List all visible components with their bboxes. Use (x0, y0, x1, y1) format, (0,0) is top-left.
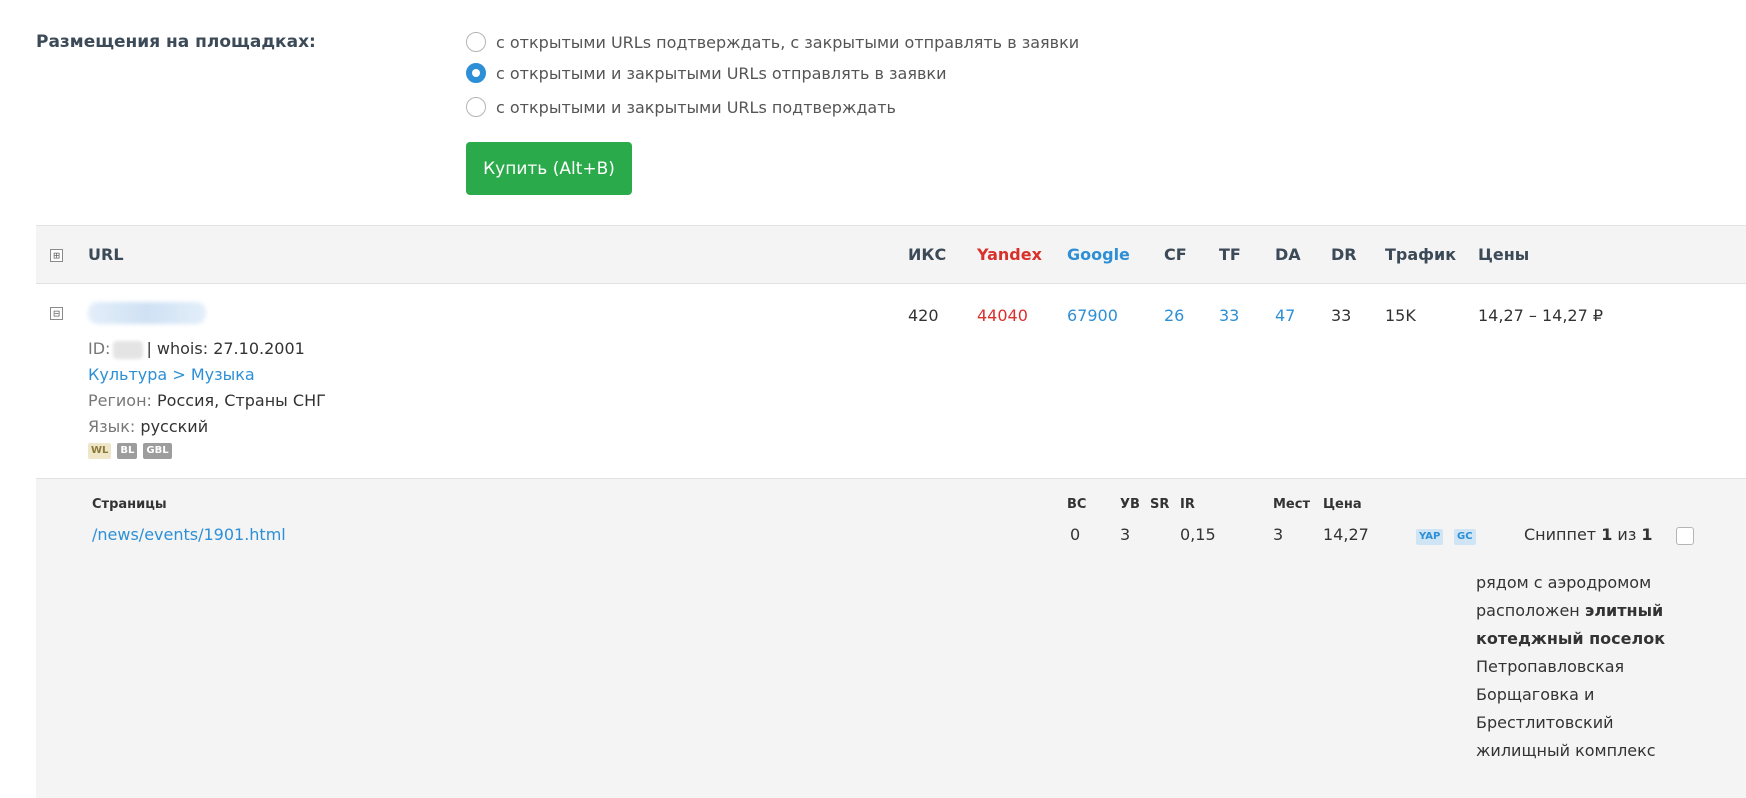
site-url-link[interactable] (88, 302, 206, 324)
page-uv: 3 (1120, 525, 1131, 544)
snippet-middle: из (1612, 525, 1642, 544)
site-meta: ID: | whois: 27.10.2001 Культура > Музыка… (88, 336, 326, 459)
col-cf[interactable]: CF (1164, 245, 1187, 264)
region-line: Регион: Россия, Страны СНГ (88, 388, 326, 414)
placement-label: Размещения на площадках: (36, 32, 316, 52)
badge-wl: WL (88, 443, 112, 459)
placement-option-3[interactable]: с открытыми и закрытыми URLs подтверждат… (466, 97, 896, 117)
pages-header: Страницы (92, 497, 167, 512)
col-prices[interactable]: Цены (1478, 245, 1529, 264)
site-google[interactable]: 67900 (1067, 306, 1118, 325)
snippet-current: 1 (1601, 525, 1613, 544)
buy-button[interactable]: Купить (Alt+B) (466, 142, 632, 195)
table-header: ⊞ URL ИКС Yandex Google CF TF DA DR Траф… (36, 225, 1746, 284)
col-places: Мест (1273, 497, 1310, 512)
site-da[interactable]: 47 (1275, 306, 1295, 325)
snippet-total: 1 (1641, 525, 1653, 544)
badge-bl: BL (117, 443, 138, 459)
language-line: Язык: русский (88, 414, 326, 440)
snippet-counter: Сниппет 1 из 1 (1524, 525, 1653, 544)
collapse-icon[interactable]: ⊟ (50, 307, 63, 320)
col-url[interactable]: URL (88, 245, 124, 264)
snippet-text-after: Петропавловская Борщаговка и Брестлитовс… (1476, 657, 1656, 760)
radio-button[interactable] (466, 97, 486, 117)
placement-settings: Размещения на площадках: с открытыми URL… (0, 0, 1746, 220)
page-places: 3 (1273, 525, 1284, 544)
placement-option-1[interactable]: с открытыми URLs подтверждать, с закрыты… (466, 32, 1079, 52)
site-dr: 33 (1331, 306, 1352, 325)
col-ir: IR (1180, 497, 1195, 512)
page-bc: 0 (1070, 525, 1081, 544)
col-uv: УВ (1120, 497, 1140, 512)
expand-all-icon[interactable]: ⊞ (50, 249, 63, 262)
page-url-link[interactable]: /news/events/1901.html (92, 525, 286, 544)
site-iks: 420 (908, 306, 939, 325)
site-cf[interactable]: 26 (1164, 306, 1184, 325)
col-tf[interactable]: TF (1219, 245, 1241, 264)
site-id-line: ID: | whois: 27.10.2001 (88, 336, 326, 362)
col-sr: SR (1150, 497, 1170, 512)
placement-option-label: с открытыми и закрытыми URLs подтверждат… (496, 97, 896, 117)
site-traffic: 15K (1385, 306, 1416, 325)
badge-gbl: GBL (143, 443, 172, 459)
col-dr[interactable]: DR (1331, 245, 1357, 264)
page-select-checkbox[interactable] (1676, 527, 1694, 545)
site-id-value (113, 340, 144, 359)
placement-option-label: с открытыми URLs подтверждать, с закрыты… (496, 32, 1080, 52)
language-label: Язык: (88, 417, 136, 436)
site-prices: 14,27 – 14,27 ₽ (1478, 306, 1604, 325)
page-ir: 0,15 (1180, 525, 1216, 544)
placement-option-label: с открытыми и закрытыми URLs отправлять … (496, 63, 947, 83)
whois: | whois: 27.10.2001 (146, 339, 305, 358)
col-price: Цена (1323, 497, 1362, 512)
region-label: Регион: (88, 391, 152, 410)
site-badges: WL BL GBL (88, 443, 326, 459)
region-value: Россия, Страны СНГ (157, 391, 326, 410)
col-da[interactable]: DA (1275, 245, 1301, 264)
tag-gc: GC (1454, 529, 1476, 545)
snippet-prefix: Сниппет (1524, 525, 1602, 544)
placement-option-2[interactable]: с открытыми и закрытыми URLs отправлять … (466, 63, 946, 83)
col-traffic[interactable]: Трафик (1385, 245, 1456, 264)
site-tf[interactable]: 33 (1219, 306, 1239, 325)
page-price: 14,27 (1323, 525, 1369, 544)
col-bc: ВС (1067, 497, 1087, 512)
language-value: русский (140, 417, 209, 436)
radio-button-checked[interactable] (466, 63, 486, 83)
site-pages-panel: Страницы ВС УВ SR IR Мест Цена /news/eve… (36, 478, 1746, 798)
site-category-link[interactable]: Культура > Музыка (88, 365, 255, 384)
site-yandex: 44040 (977, 306, 1028, 325)
id-label: ID: (88, 339, 111, 358)
tag-yap: YAP (1416, 529, 1444, 545)
col-iks[interactable]: ИКС (908, 245, 946, 264)
table-row: ⊟ 420 44040 67900 26 33 47 33 15K 14,27 … (36, 284, 1746, 478)
radio-button[interactable] (466, 32, 486, 52)
sites-table: ⊞ URL ИКС Yandex Google CF TF DA DR Траф… (36, 225, 1746, 798)
col-yandex[interactable]: Yandex (977, 245, 1042, 264)
snippet-text: рядом с аэродромом расположен элитный ко… (1476, 569, 1666, 765)
col-google[interactable]: Google (1067, 245, 1130, 264)
